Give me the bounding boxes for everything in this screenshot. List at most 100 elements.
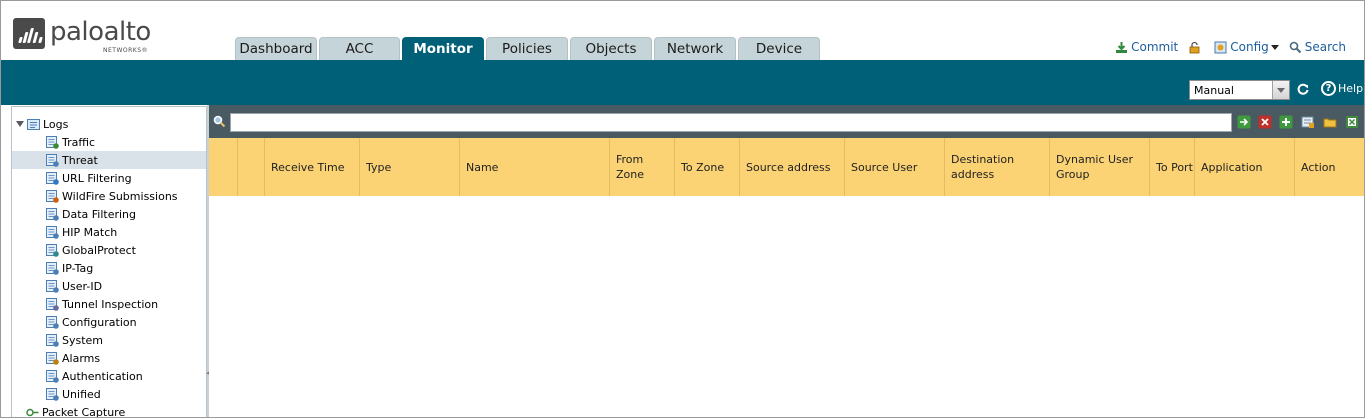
tab-acc[interactable]: ACC (319, 37, 400, 60)
sidebar-item-user-id[interactable]: User-ID (12, 277, 206, 295)
column-dynamic-user-group[interactable]: Dynamic User Group (1050, 138, 1150, 196)
sidebar-item-data-filtering[interactable]: Data Filtering (12, 205, 206, 223)
log-filter-input[interactable] (230, 113, 1232, 132)
refresh-mode-value: Manual (1194, 84, 1234, 97)
user-id-icon (46, 279, 59, 293)
sidebar-item-wildfire-submissions[interactable]: WildFire Submissions (12, 187, 206, 205)
sidebar-item-label: User-ID (62, 279, 103, 293)
config-label: Config (1230, 40, 1269, 54)
sidebar-item-traffic[interactable]: Traffic (12, 133, 206, 151)
sidebar-item-authentication[interactable]: Authentication (12, 367, 206, 385)
search-link[interactable]: Search (1289, 40, 1346, 54)
authentication-icon (46, 369, 59, 383)
top-header: paloalto NETWORKS® Dashboard ACC Monitor… (1, 1, 1364, 60)
brand-name: paloalto (50, 17, 151, 47)
save-filter-icon[interactable] (1301, 115, 1315, 129)
help-label: Help (1338, 82, 1364, 95)
alarms-icon (46, 351, 59, 365)
sidebar-item-globalprotect[interactable]: GlobalProtect (12, 241, 206, 259)
configuration-icon (46, 315, 59, 329)
column-receive-time[interactable]: Receive Time (265, 138, 360, 196)
sidebar-item-label: IP-Tag (62, 261, 94, 275)
column-detail[interactable] (209, 138, 238, 196)
app-window: paloalto NETWORKS® Dashboard ACC Monitor… (0, 0, 1365, 418)
wildfire-icon (46, 189, 59, 203)
globalprotect-icon (46, 243, 59, 257)
data-filtering-icon (46, 207, 59, 221)
lock-button[interactable] (1188, 41, 1204, 54)
sidebar-item-configuration[interactable]: Configuration (12, 313, 206, 331)
ip-tag-icon (46, 261, 59, 275)
column-source-address[interactable]: Source address (740, 138, 845, 196)
column-from-zone[interactable]: From Zone (610, 138, 675, 196)
tab-policies[interactable]: Policies (486, 37, 568, 60)
chevron-down-icon (1270, 44, 1279, 50)
hip-match-icon (46, 225, 59, 239)
tab-dashboard[interactable]: Dashboard (235, 37, 317, 60)
log-table-body (209, 196, 1364, 417)
toolbar-bar: Manual ? Help (1, 60, 1364, 105)
sidebar-item-label: URL Filtering (62, 171, 132, 185)
sidebar-item-tunnel-inspection[interactable]: Tunnel Inspection (12, 295, 206, 313)
log-table-header: Receive Time Type Name From Zone To Zone… (209, 138, 1364, 196)
tree-node-packet-capture[interactable]: Packet Capture (26, 403, 206, 418)
tab-monitor[interactable]: Monitor (402, 37, 484, 60)
tab-objects[interactable]: Objects (570, 37, 652, 60)
refresh-icon[interactable] (1296, 82, 1310, 96)
sidebar-item-label: WildFire Submissions (62, 189, 178, 203)
traffic-log-icon (46, 135, 59, 149)
tab-device[interactable]: Device (738, 37, 820, 60)
expand-caret-icon[interactable] (16, 121, 24, 127)
column-action[interactable]: Action (1295, 138, 1364, 196)
tree-node-label: Logs (43, 117, 69, 131)
filter-bar (209, 105, 1364, 138)
help-button[interactable]: ? Help (1321, 81, 1363, 96)
sidebar-item-label: Tunnel Inspection (62, 297, 159, 311)
column-to-port[interactable]: To Port (1150, 138, 1195, 196)
tree-node-logs[interactable]: Logs (12, 115, 206, 133)
column-name[interactable]: Name (460, 138, 610, 196)
sidebar-item-label: Alarms (62, 351, 101, 365)
refresh-mode-select[interactable]: Manual (1189, 80, 1290, 100)
column-source-user[interactable]: Source User (845, 138, 945, 196)
sidebar-item-threat[interactable]: Threat (12, 151, 206, 169)
column-destination-address[interactable]: Destination address (945, 138, 1050, 196)
sidebar-item-alarms[interactable]: Alarms (12, 349, 206, 367)
column-type[interactable]: Type (360, 138, 460, 196)
packet-capture-icon (26, 408, 39, 416)
sidebar-item-system[interactable]: System (12, 331, 206, 349)
column-application[interactable]: Application (1195, 138, 1295, 196)
sidebar-item-label: Unified (62, 387, 101, 401)
sidebar-item-label: GlobalProtect (62, 243, 136, 257)
sidebar-tree: Logs Traffic Threat URL Filtering WildFire … (11, 106, 207, 418)
sidebar-item-url-filtering[interactable]: URL Filtering (12, 169, 206, 187)
tab-network[interactable]: Network (654, 37, 736, 60)
load-filter-icon[interactable] (1323, 115, 1337, 129)
system-icon (46, 333, 59, 347)
config-icon (1214, 41, 1227, 53)
config-menu[interactable]: Config (1214, 40, 1279, 54)
sidebar-item-ip-tag[interactable]: IP-Tag (12, 259, 206, 277)
search-icon (1289, 41, 1301, 53)
sidebar-item-label: Configuration (62, 315, 137, 329)
tree-node-label: Packet Capture (42, 405, 126, 418)
sidebar-item-label: Data Filtering (62, 207, 137, 221)
sidebar-item-unified[interactable]: Unified (12, 385, 206, 403)
commit-label: Commit (1131, 40, 1179, 54)
url-filtering-icon (46, 171, 59, 185)
commit-link[interactable]: Commit (1115, 40, 1178, 54)
add-filter-icon[interactable] (1279, 115, 1293, 129)
sidebar-item-hip-match[interactable]: HIP Match (12, 223, 206, 241)
filter-search-icon (213, 115, 226, 128)
sidebar-item-label: Traffic (62, 135, 96, 149)
column-flag[interactable] (238, 138, 265, 196)
export-csv-icon[interactable] (1345, 115, 1359, 129)
clear-filter-icon[interactable] (1258, 115, 1272, 129)
search-label: Search (1304, 40, 1346, 54)
unified-icon (46, 387, 59, 401)
dropdown-arrow-icon[interactable] (1272, 81, 1289, 99)
column-to-zone[interactable]: To Zone (675, 138, 740, 196)
apply-filter-icon[interactable] (1237, 115, 1251, 129)
logs-folder-icon (27, 118, 40, 130)
help-icon: ? (1321, 81, 1336, 96)
